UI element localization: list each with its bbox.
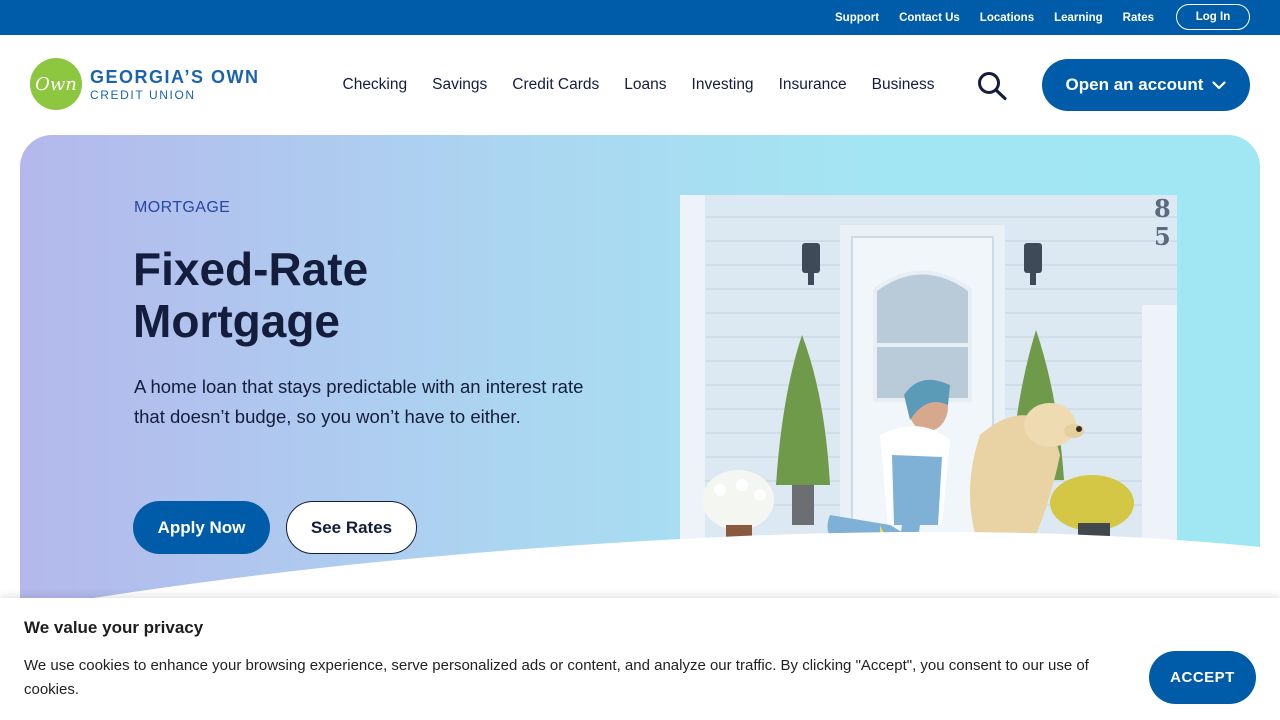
chevron-down-icon <box>1212 80 1227 89</box>
main-nav: Checking Savings Credit Cards Loans Inve… <box>330 35 947 135</box>
open-account-button[interactable]: Open an account <box>1042 59 1250 111</box>
utility-link-locations[interactable]: Locations <box>980 12 1034 24</box>
utility-links: Support Contact Us Locations Learning Ra… <box>815 0 1154 35</box>
search-icon[interactable] <box>976 71 1008 101</box>
hero-title: Fixed-Rate Mortgage <box>133 243 553 347</box>
logo-wordmark: GEORGIA’S OWN CREDIT UNION <box>90 68 260 101</box>
house-number-1: 8 <box>1154 195 1171 223</box>
hero-eyebrow: MORTGAGE <box>134 199 231 216</box>
logo-name-line2: CREDIT UNION <box>90 87 196 102</box>
hero-section: MORTGAGE Fixed-Rate Mortgage A home loan… <box>20 135 1260 635</box>
utility-link-contact-us[interactable]: Contact Us <box>899 12 960 24</box>
site-header: Own GEORGIA’S OWN CREDIT UNION Checking … <box>0 35 1280 135</box>
cookie-text: We use cookies to enhance your browsing … <box>24 657 1089 698</box>
logo-mark: Own <box>30 58 82 110</box>
nav-item-savings[interactable]: Savings <box>432 76 487 94</box>
utility-link-learning[interactable]: Learning <box>1054 12 1103 24</box>
utility-link-support[interactable]: Support <box>835 12 879 24</box>
login-button[interactable]: Log In <box>1176 4 1250 30</box>
utility-bar: Support Contact Us Locations Learning Ra… <box>0 0 1280 35</box>
nav-item-insurance[interactable]: Insurance <box>779 76 847 94</box>
open-account-label: Open an account <box>1065 75 1204 94</box>
utility-link-rates[interactable]: Rates <box>1123 12 1154 24</box>
brand-logo[interactable]: Own GEORGIA’S OWN CREDIT UNION <box>30 58 260 110</box>
house-number-2: 5 <box>1154 222 1171 251</box>
cookie-title: We value your privacy <box>24 618 204 637</box>
hero-title-line1: Fixed-Rate <box>133 243 369 295</box>
hero-title-line2: Mortgage <box>133 295 340 347</box>
accept-cookies-button[interactable]: ACCEPT <box>1149 651 1256 704</box>
cookie-banner: We value your privacy We use cookies to … <box>0 598 1280 720</box>
nav-item-credit-cards[interactable]: Credit Cards <box>512 76 599 94</box>
nav-item-checking[interactable]: Checking <box>343 76 408 94</box>
logo-name-line1: GEORGIA’S OWN <box>90 66 260 87</box>
hero-description: A home loan that stays predictable with … <box>134 376 584 427</box>
nav-item-investing[interactable]: Investing <box>692 76 754 94</box>
nav-item-business[interactable]: Business <box>872 76 935 94</box>
nav-item-loans[interactable]: Loans <box>624 76 666 94</box>
